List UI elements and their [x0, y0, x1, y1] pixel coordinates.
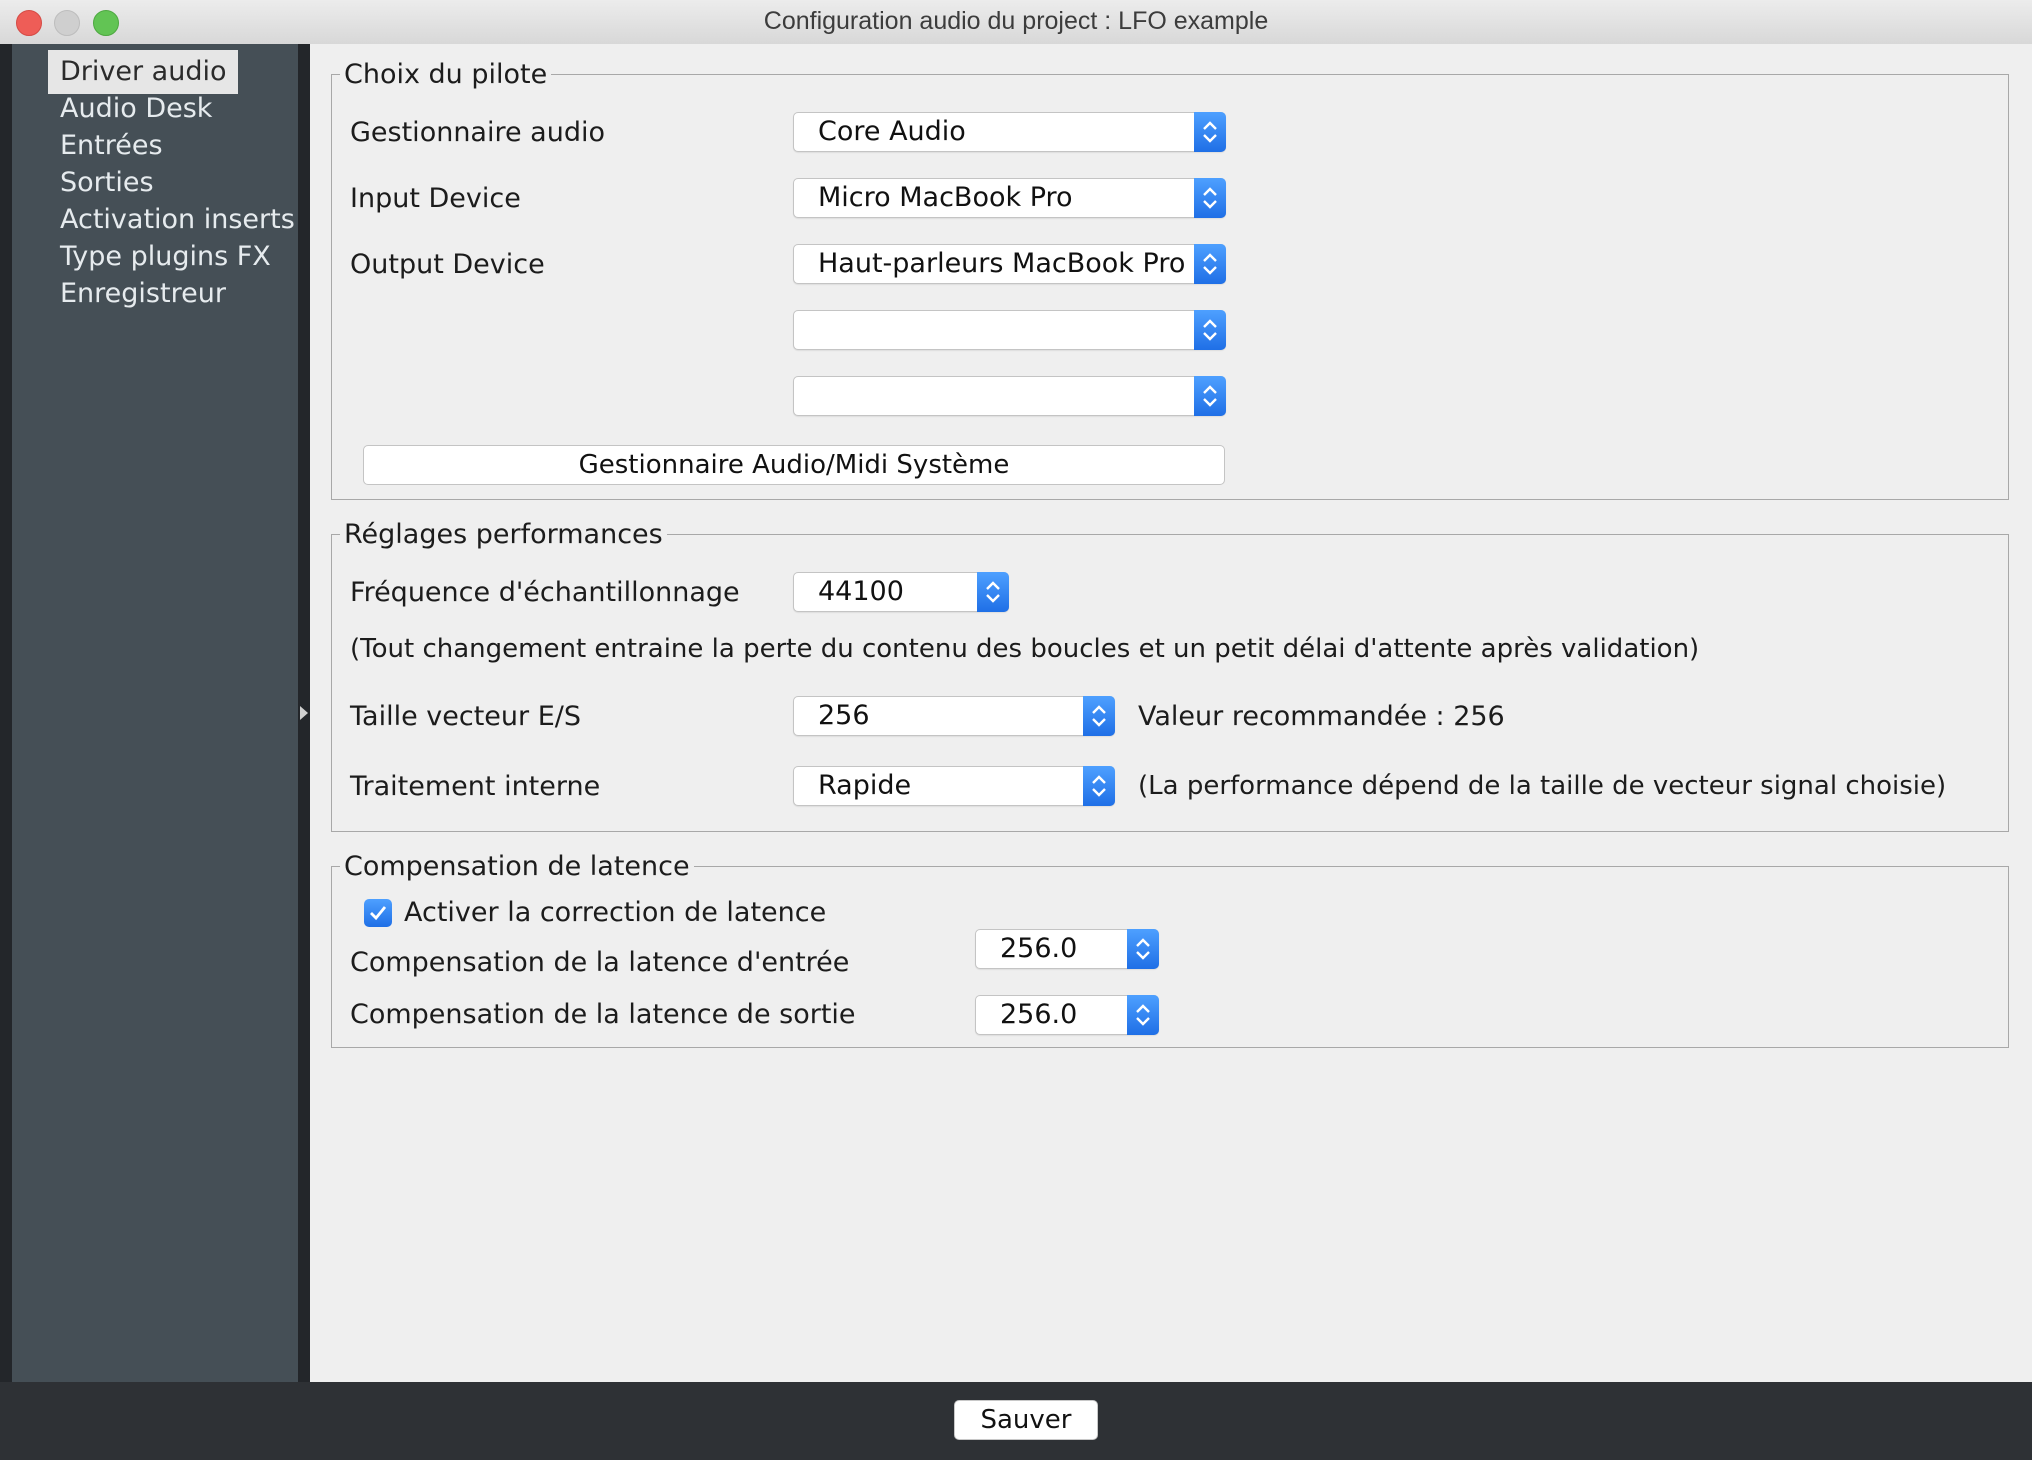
output-latency-value: 256.0 [1000, 999, 1078, 1030]
latency-correction-checkbox[interactable] [364, 899, 392, 927]
input-latency-stepper[interactable]: 256.0 [975, 929, 1159, 969]
samplerate-label: Fréquence d'échantillonnage [350, 577, 740, 608]
input-latency-value: 256.0 [1000, 933, 1078, 964]
window-title: Configuration audio du project : LFO exa… [763, 7, 1269, 35]
stepper-arrows-icon [1083, 766, 1115, 806]
settings-panel: Choix du pilote Gestionnaire audio Core … [310, 44, 2032, 1382]
input-latency-label: Compensation de la latence d'entrée [350, 947, 850, 978]
processing-value: Rapide [818, 770, 912, 801]
stepper-arrows-icon[interactable] [1127, 929, 1159, 969]
audio-manager-value: Core Audio [818, 116, 966, 147]
samplerate-select[interactable]: 44100 [793, 572, 1009, 612]
save-button[interactable]: Sauver [954, 1400, 1098, 1440]
input-device-value: Micro MacBook Pro [818, 182, 1073, 213]
stepper-arrows-icon [1194, 376, 1226, 416]
audio-config-window: Configuration audio du project : LFO exa… [0, 0, 2032, 1460]
footer-bar: Sauver [0, 1382, 2032, 1460]
input-device-select[interactable]: Micro MacBook Pro [793, 178, 1226, 218]
extra-device-select-1[interactable] [793, 310, 1226, 350]
output-device-label: Output Device [350, 249, 545, 280]
output-device-value: Haut-parleurs MacBook Pro [818, 248, 1186, 279]
samplerate-warning-note: (Tout changement entraine la perte du co… [350, 634, 1700, 664]
checkmark-icon [370, 906, 387, 921]
buffer-size-hint: Valeur recommandée : 256 [1138, 701, 1505, 732]
buffer-size-value: 256 [818, 700, 870, 731]
driver-group-legend: Choix du pilote [340, 59, 552, 90]
extra-device-select-2[interactable] [793, 376, 1226, 416]
audio-manager-select[interactable]: Core Audio [793, 112, 1226, 152]
stepper-arrows-icon [1194, 178, 1226, 218]
input-device-label: Input Device [350, 183, 521, 214]
sidebar-item-enregistreur[interactable]: Enregistreur [48, 272, 238, 316]
stepper-arrows-icon [1194, 244, 1226, 284]
stepper-arrows-icon[interactable] [1127, 995, 1159, 1035]
left-edge [0, 44, 12, 1382]
stepper-arrows-icon [1194, 112, 1226, 152]
audio-midi-system-button[interactable]: Gestionnaire Audio/Midi Système [363, 445, 1225, 485]
processing-select[interactable]: Rapide [793, 766, 1115, 806]
stepper-arrows-icon [1194, 310, 1226, 350]
processing-label: Traitement interne [350, 771, 601, 802]
latency-correction-label[interactable]: Activer la correction de latence [404, 897, 826, 928]
audio-manager-label: Gestionnaire audio [350, 117, 605, 148]
output-latency-stepper[interactable]: 256.0 [975, 995, 1159, 1035]
latency-group-legend: Compensation de latence [340, 851, 694, 882]
buffer-size-label: Taille vecteur E/S [350, 701, 581, 732]
title-bar[interactable]: Configuration audio du project : LFO exa… [0, 0, 2032, 45]
buffer-size-select[interactable]: 256 [793, 696, 1115, 736]
divider-expand-icon[interactable] [298, 703, 310, 723]
processing-hint: (La performance dépend de la taille de v… [1138, 771, 1947, 801]
stepper-arrows-icon [977, 572, 1009, 612]
sidebar: Driver audio Audio Desk Entrées Sorties … [12, 44, 298, 1382]
output-latency-label: Compensation de la latence de sortie [350, 999, 856, 1030]
output-device-select[interactable]: Haut-parleurs MacBook Pro [793, 244, 1226, 284]
stepper-arrows-icon [1083, 696, 1115, 736]
performance-group-legend: Réglages performances [340, 519, 667, 550]
samplerate-value: 44100 [818, 576, 904, 607]
